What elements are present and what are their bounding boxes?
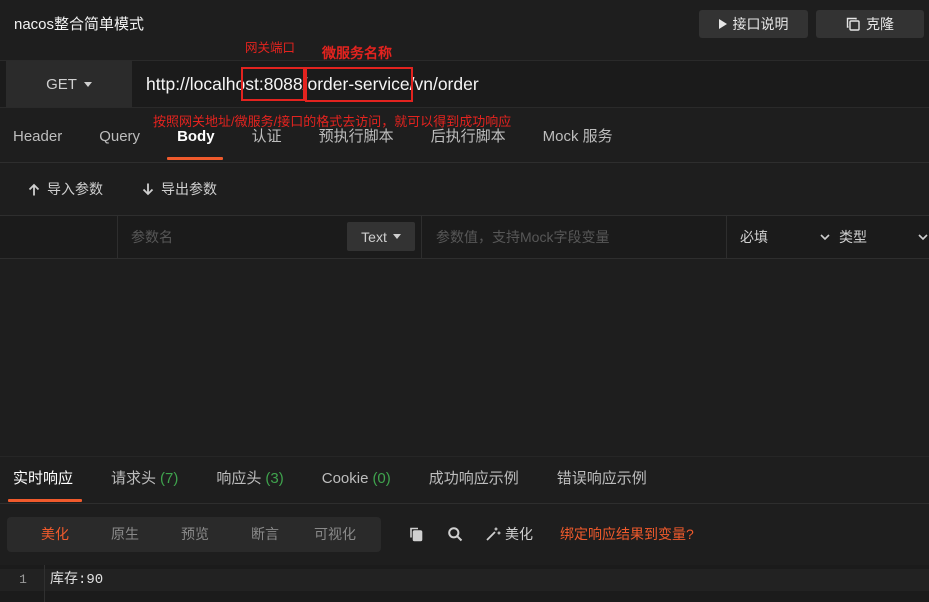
count-badge: (3) [265, 470, 284, 487]
tab-auth[interactable]: 认证 [252, 126, 282, 148]
active-tab-indicator [167, 157, 223, 160]
tab-label: 成功响应示例 [428, 470, 519, 487]
tab-header[interactable]: Header [13, 126, 62, 148]
tab-label: 错误响应示例 [556, 470, 647, 487]
arrow-down-icon [142, 183, 154, 196]
param-value-cell [421, 216, 726, 258]
tab-cookie[interactable]: Cookie (0) [322, 468, 391, 490]
url-input[interactable] [146, 73, 916, 95]
export-params-button[interactable]: 导出参数 [142, 180, 217, 198]
api-doc-button[interactable]: 接口说明 [699, 10, 808, 38]
tab-label: 请求头 [111, 470, 157, 487]
chevron-down-icon[interactable] [917, 231, 929, 243]
tab-error-example[interactable]: 错误响应示例 [557, 468, 647, 490]
row-handle-cell [0, 216, 117, 258]
view-mode-switch: 美化 原生 预览 断言 可视化 [7, 517, 381, 552]
tab-label: 响应头 [216, 470, 262, 487]
tab-body[interactable]: Body [177, 126, 215, 148]
caret-down-icon [392, 234, 401, 239]
api-doc-label: 接口说明 [732, 16, 789, 32]
field-type-value: Text [361, 228, 387, 245]
divider [0, 162, 929, 163]
bind-response-variable-link[interactable]: 绑定响应结果到变量? [560, 525, 694, 543]
divider [0, 503, 929, 504]
magic-wand-icon [485, 526, 501, 542]
play-icon [718, 19, 727, 29]
import-label: 导入参数 [47, 181, 103, 197]
view-mode-preview[interactable]: 预览 [160, 517, 230, 552]
copy-icon [846, 17, 860, 31]
search-icon[interactable] [447, 526, 463, 542]
view-mode-visualize[interactable]: 可视化 [300, 517, 370, 552]
tab-request-headers[interactable]: 请求头 (7) [111, 468, 178, 490]
view-mode-raw[interactable]: 原生 [90, 517, 160, 552]
type-label[interactable]: 类型 [839, 228, 867, 246]
page-title: nacos整合简单模式 [14, 16, 145, 33]
required-label[interactable]: 必填 [740, 228, 768, 246]
param-name-input[interactable] [131, 229, 331, 245]
param-options-cell: 必填 类型 [726, 216, 929, 258]
active-response-tab-indicator [8, 499, 82, 502]
param-row: Text 必填 类型 [0, 215, 929, 259]
export-label: 导出参数 [161, 181, 217, 197]
method-select[interactable]: GET [6, 61, 132, 107]
arrow-up-icon [28, 183, 40, 196]
field-type-select[interactable]: Text [347, 222, 415, 251]
tab-pre-script[interactable]: 预执行脚本 [319, 126, 394, 148]
view-mode-assert[interactable]: 断言 [230, 517, 300, 552]
line-gutter [44, 565, 45, 602]
param-value-input[interactable] [436, 229, 716, 245]
clipboard-icon[interactable] [408, 526, 424, 542]
annotation-gateway-port: 网关端口 [245, 41, 296, 55]
chevron-down-icon[interactable] [819, 231, 831, 243]
request-tabs: Header Query Body 认证 预执行脚本 后执行脚本 Mock 服务 [13, 126, 613, 148]
tab-response-headers[interactable]: 响应头 (3) [216, 468, 283, 490]
tab-label: 实时响应 [13, 470, 74, 487]
active-line [0, 569, 929, 591]
tab-mock[interactable]: Mock 服务 [543, 126, 613, 148]
count-badge: (7) [160, 470, 179, 487]
tab-label: Cookie [321, 470, 369, 487]
caret-down-icon [83, 81, 92, 87]
tab-live-response[interactable]: 实时响应 [13, 468, 73, 490]
tab-post-script[interactable]: 后执行脚本 [431, 126, 506, 148]
method-value: GET [46, 75, 77, 93]
tab-success-example[interactable]: 成功响应示例 [429, 468, 519, 490]
line-number: 1 [19, 572, 27, 587]
beautify-button[interactable]: 美化 [485, 525, 533, 543]
response-tabs: 实时响应 请求头 (7) 响应头 (3) Cookie (0) 成功响应示例 错误响应… [13, 468, 647, 490]
panel-divider [0, 456, 929, 457]
clone-label: 克隆 [866, 16, 894, 32]
clone-button[interactable]: 克隆 [816, 10, 924, 38]
view-mode-pretty[interactable]: 美化 [20, 517, 90, 552]
code-line: 库存:90 [50, 572, 104, 588]
import-params-button[interactable]: 导入参数 [28, 180, 103, 198]
beautify-label: 美化 [505, 526, 533, 542]
tab-query[interactable]: Query [99, 126, 140, 148]
count-badge: (0) [372, 470, 391, 487]
